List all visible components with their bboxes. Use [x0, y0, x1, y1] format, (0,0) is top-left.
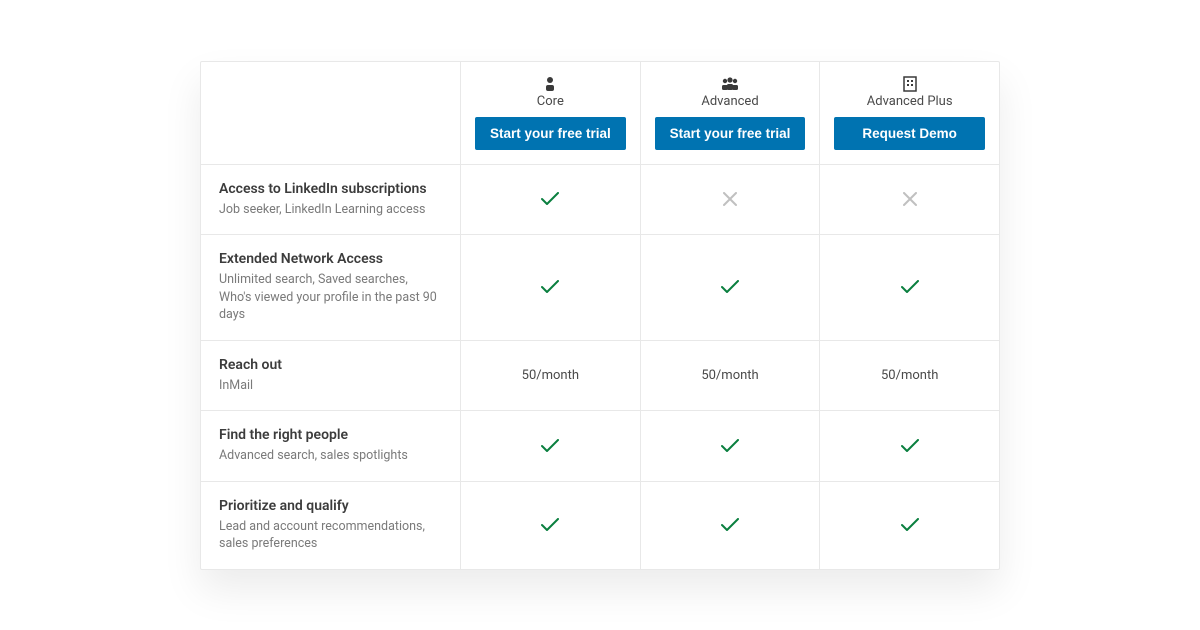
feature-description: InMail — [219, 377, 253, 395]
pricing-comparison-table: Core Start your free trial Advanced Star… — [200, 61, 1000, 570]
plan-header-advanced-plus: Advanced Plus Request Demo — [820, 62, 999, 164]
feature-value-text: 50/month — [881, 368, 938, 383]
check-icon — [721, 280, 739, 294]
people-icon — [720, 76, 740, 92]
person-icon — [543, 76, 557, 92]
check-icon — [901, 280, 919, 294]
feature-value-cell — [820, 411, 999, 481]
feature-value-text: 50/month — [701, 368, 758, 383]
feature-row: Extended Network Access Unlimited search,… — [201, 235, 999, 341]
feature-value-cell: 50/month — [641, 341, 821, 411]
feature-value-cell — [820, 165, 999, 235]
feature-value-cell — [461, 482, 641, 569]
feature-description: Advanced search, sales spotlights — [219, 447, 408, 465]
feature-row: Reach out InMail 50/month 50/month 50/month — [201, 341, 999, 412]
feature-value-cell: 50/month — [461, 341, 641, 411]
feature-label-cell: Reach out InMail — [201, 341, 461, 411]
feature-value-cell — [820, 235, 999, 340]
feature-value-cell — [461, 411, 641, 481]
feature-label-cell: Access to LinkedIn subscriptions Job seek… — [201, 165, 461, 235]
feature-title: Prioritize and qualify — [219, 498, 349, 514]
feature-label-cell: Extended Network Access Unlimited search,… — [201, 235, 461, 340]
feature-description: Unlimited search, Saved searches, Who's … — [219, 271, 442, 324]
feature-value-cell — [820, 482, 999, 569]
feature-value-text: 50/month — [522, 368, 579, 383]
feature-title: Access to LinkedIn subscriptions — [219, 181, 427, 197]
start-trial-button-core[interactable]: Start your free trial — [475, 117, 626, 150]
feature-title: Extended Network Access — [219, 251, 383, 267]
feature-row: Find the right people Advanced search, sa… — [201, 411, 999, 482]
plan-header-core: Core Start your free trial — [461, 62, 641, 164]
start-trial-button-advanced[interactable]: Start your free trial — [655, 117, 806, 150]
feature-description: Job seeker, LinkedIn Learning access — [219, 201, 426, 219]
feature-value-cell: 50/month — [820, 341, 999, 411]
plan-name: Advanced Plus — [867, 94, 953, 109]
header-row: Core Start your free trial Advanced Star… — [201, 62, 999, 165]
feature-label-cell: Prioritize and qualify Lead and account r… — [201, 482, 461, 569]
feature-label-cell: Find the right people Advanced search, sa… — [201, 411, 461, 481]
check-icon — [541, 518, 559, 532]
feature-title: Reach out — [219, 357, 282, 373]
header-empty-cell — [201, 62, 461, 164]
check-icon — [541, 192, 559, 206]
plan-name: Core — [537, 94, 564, 109]
feature-value-cell — [641, 411, 821, 481]
feature-row: Prioritize and qualify Lead and account r… — [201, 482, 999, 569]
feature-title: Find the right people — [219, 427, 348, 443]
feature-description: Lead and account recommendations, sales … — [219, 518, 442, 553]
plan-name: Advanced — [701, 94, 758, 109]
feature-value-cell — [641, 482, 821, 569]
feature-value-cell — [461, 235, 641, 340]
check-icon — [901, 518, 919, 532]
check-icon — [721, 518, 739, 532]
check-icon — [541, 280, 559, 294]
cross-icon — [903, 192, 917, 206]
check-icon — [541, 439, 559, 453]
request-demo-button[interactable]: Request Demo — [834, 117, 985, 150]
feature-value-cell — [641, 235, 821, 340]
feature-row: Access to LinkedIn subscriptions Job seek… — [201, 165, 999, 236]
feature-value-cell — [641, 165, 821, 235]
check-icon — [901, 439, 919, 453]
cross-icon — [723, 192, 737, 206]
feature-value-cell — [461, 165, 641, 235]
plan-header-advanced: Advanced Start your free trial — [641, 62, 821, 164]
check-icon — [721, 439, 739, 453]
building-icon — [903, 76, 917, 92]
